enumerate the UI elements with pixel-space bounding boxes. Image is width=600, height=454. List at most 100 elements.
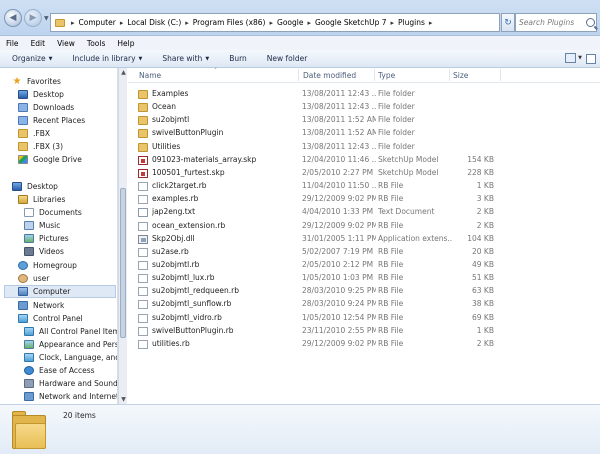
nav-appearance[interactable]: Appearance and Person bbox=[24, 338, 117, 351]
nav-user[interactable]: user bbox=[18, 272, 49, 285]
chevron-right-icon[interactable]: ▸ bbox=[71, 19, 75, 27]
include-in-library-button[interactable]: Include in library ▼ bbox=[72, 54, 142, 63]
scrollbar-thumb[interactable] bbox=[120, 188, 126, 338]
menu-tools[interactable]: Tools bbox=[87, 39, 105, 48]
file-type: RB File bbox=[378, 246, 404, 256]
nav-control-panel[interactable]: Control Panel bbox=[18, 312, 83, 325]
nav-label: Ease of Access bbox=[39, 366, 95, 375]
menu-file[interactable]: File bbox=[6, 39, 19, 48]
column-divider[interactable] bbox=[374, 69, 375, 81]
nav-clock-language[interactable]: Clock, Language, and F bbox=[24, 351, 117, 364]
file-row[interactable]: su2objmtl_vidro.rb 1/05/2010 12:54 PM RB F… bbox=[128, 312, 600, 325]
preview-pane-icon[interactable] bbox=[586, 54, 596, 64]
nav-desktop[interactable]: Desktop bbox=[12, 180, 58, 193]
nav-google-drive[interactable]: Google Drive bbox=[18, 153, 82, 166]
burn-button[interactable]: Burn bbox=[229, 54, 247, 63]
file-row[interactable]: utilities.rb 29/12/2009 9:02 PM RB File 2 K… bbox=[128, 338, 600, 351]
breadcrumb-google[interactable]: Google bbox=[277, 18, 303, 27]
file-name: su2objmtl_vidro.rb bbox=[152, 312, 222, 322]
search-icon[interactable] bbox=[586, 18, 595, 27]
organize-button[interactable]: Organize ▼ bbox=[12, 54, 52, 63]
column-divider[interactable] bbox=[500, 69, 501, 81]
file-row[interactable]: Examples 13/08/2011 12:43 ... File folder bbox=[128, 88, 600, 101]
nav-scrollbar[interactable]: ▲ ▼ bbox=[118, 68, 127, 404]
chevron-right-icon[interactable]: ▸ bbox=[391, 19, 395, 27]
chevron-right-icon[interactable]: ▸ bbox=[185, 19, 189, 27]
nav-desktop-favorite[interactable]: Desktop bbox=[18, 88, 64, 101]
search-input[interactable] bbox=[519, 18, 585, 27]
share-with-button[interactable]: Share with ▼ bbox=[162, 54, 209, 63]
nav-fbx-3[interactable]: .FBX (3) bbox=[18, 140, 63, 153]
column-date-modified[interactable]: Date modified bbox=[303, 71, 356, 80]
nav-all-control-panel-items[interactable]: All Control Panel Items bbox=[24, 325, 117, 338]
nav-homegroup[interactable]: Homegroup bbox=[18, 259, 77, 272]
file-row[interactable]: Utilities 13/08/2011 12:43 ... File folder bbox=[128, 141, 600, 154]
back-arrow-icon[interactable]: ◀ bbox=[4, 9, 22, 27]
file-row[interactable]: swivelButtonPlugin.rb 23/11/2010 2:55 PM R… bbox=[128, 325, 600, 338]
file-row[interactable]: su2objmtl_redqueen.rb 28/03/2010 9:25 PM R… bbox=[128, 285, 600, 298]
nav-fbx[interactable]: .FBX bbox=[18, 127, 50, 140]
nav-network[interactable]: Network bbox=[18, 299, 64, 312]
nav-videos[interactable]: Videos bbox=[24, 245, 64, 258]
column-divider[interactable] bbox=[449, 69, 450, 81]
menu-edit[interactable]: Edit bbox=[31, 39, 46, 48]
menu-view[interactable]: View bbox=[57, 39, 75, 48]
sketchup-file-icon bbox=[138, 155, 148, 165]
control-panel-icon bbox=[24, 327, 34, 336]
breadcrumb-program-files[interactable]: Program Files (x86) bbox=[193, 18, 266, 27]
nav-computer[interactable]: Computer bbox=[4, 285, 116, 298]
column-name[interactable]: Name bbox=[139, 71, 161, 80]
menu-help[interactable]: Help bbox=[117, 39, 134, 48]
file-row[interactable]: click2target.rb 11/04/2010 11:50 ... RB Fi… bbox=[128, 180, 600, 193]
column-size[interactable]: Size bbox=[453, 71, 468, 80]
appearance-icon bbox=[24, 340, 34, 349]
chevron-right-icon[interactable]: ▸ bbox=[120, 19, 124, 27]
nav-network-internet[interactable]: Network and Internet bbox=[24, 390, 117, 403]
nav-music[interactable]: Music bbox=[24, 219, 60, 232]
file-row[interactable]: su2objmtl_lux.rb 1/05/2010 1:03 PM RB File… bbox=[128, 272, 600, 285]
new-folder-button[interactable]: New folder bbox=[267, 54, 308, 63]
file-row[interactable]: su2objmtl.rb 2/05/2010 2:12 PM RB File 49 K… bbox=[128, 259, 600, 272]
file-row[interactable]: su2objmtl_sunflow.rb 28/03/2010 9:24 PM RB… bbox=[128, 298, 600, 311]
file-row[interactable]: 100501_furtest.skp 2/05/2010 2:27 PM Sketc… bbox=[128, 167, 600, 180]
nav-documents[interactable]: Documents bbox=[24, 206, 82, 219]
breadcrumb-google-sketchup[interactable]: Google SketchUp 7 bbox=[315, 18, 387, 27]
nav-recent-places[interactable]: Recent Places bbox=[18, 114, 85, 127]
scroll-down-arrow-icon[interactable]: ▼ bbox=[119, 395, 128, 404]
file-row[interactable]: jap2eng.txt 4/04/2010 1:33 PM Text Documen… bbox=[128, 206, 600, 219]
chevron-right-icon[interactable]: ▸ bbox=[270, 19, 274, 27]
forward-arrow-icon[interactable]: ▶ bbox=[24, 9, 42, 27]
file-row[interactable]: ocean_extension.rb 29/12/2009 9:02 PM RB F… bbox=[128, 220, 600, 233]
chevron-right-icon[interactable]: ▸ bbox=[307, 19, 311, 27]
file-type: SketchUp Model bbox=[378, 154, 439, 164]
folder-icon bbox=[138, 116, 148, 126]
file-date-modified: 13/08/2011 1:52 AM bbox=[302, 128, 376, 138]
file-size: 2 KB bbox=[476, 220, 494, 230]
file-row[interactable]: examples.rb 29/12/2009 9:02 PM RB File 3 KB bbox=[128, 193, 600, 206]
file-row[interactable]: Skp2Obj.dll 31/01/2005 1:11 PM Application… bbox=[128, 233, 600, 246]
file-row[interactable]: 091023-materials_array.skp 12/04/2010 11:… bbox=[128, 154, 600, 167]
breadcrumb-local-disk[interactable]: Local Disk (C:) bbox=[127, 18, 181, 27]
file-date-modified: 29/12/2009 9:02 PM bbox=[302, 194, 376, 204]
nav-favorites[interactable]: ★ Favorites bbox=[12, 75, 61, 88]
column-divider[interactable] bbox=[298, 69, 299, 81]
nav-pictures[interactable]: Pictures bbox=[24, 232, 69, 245]
chevron-right-icon[interactable]: ▸ bbox=[429, 19, 433, 27]
address-bar[interactable]: ▸ Computer ▸ Local Disk (C:) ▸ Program F… bbox=[50, 13, 500, 32]
ruby-file-icon bbox=[138, 195, 148, 205]
file-row[interactable]: Ocean 13/08/2011 12:43 ... File folder bbox=[128, 101, 600, 114]
scroll-up-arrow-icon[interactable]: ▲ bbox=[119, 68, 128, 77]
file-row[interactable]: su2objmtl 13/08/2011 1:52 AM File folder bbox=[128, 114, 600, 127]
file-row[interactable]: swivelButtonPlugin 13/08/2011 1:52 AM File… bbox=[128, 127, 600, 140]
nav-downloads[interactable]: Downloads bbox=[18, 101, 74, 114]
file-name: swivelButtonPlugin.rb bbox=[152, 325, 234, 335]
nav-ease-of-access[interactable]: Ease of Access bbox=[24, 364, 95, 377]
nav-hardware-sound[interactable]: Hardware and Sound bbox=[24, 377, 117, 390]
file-row[interactable]: su2ase.rb 5/02/2007 7:19 PM RB File 20 KB bbox=[128, 246, 600, 259]
column-type[interactable]: Type bbox=[378, 71, 395, 80]
refresh-icon[interactable]: ↻ bbox=[501, 13, 515, 32]
breadcrumb-plugins[interactable]: Plugins bbox=[398, 18, 425, 27]
breadcrumb-computer[interactable]: Computer bbox=[79, 18, 116, 27]
change-view-button[interactable]: ▼ bbox=[565, 53, 582, 63]
nav-libraries[interactable]: Libraries bbox=[18, 193, 65, 206]
